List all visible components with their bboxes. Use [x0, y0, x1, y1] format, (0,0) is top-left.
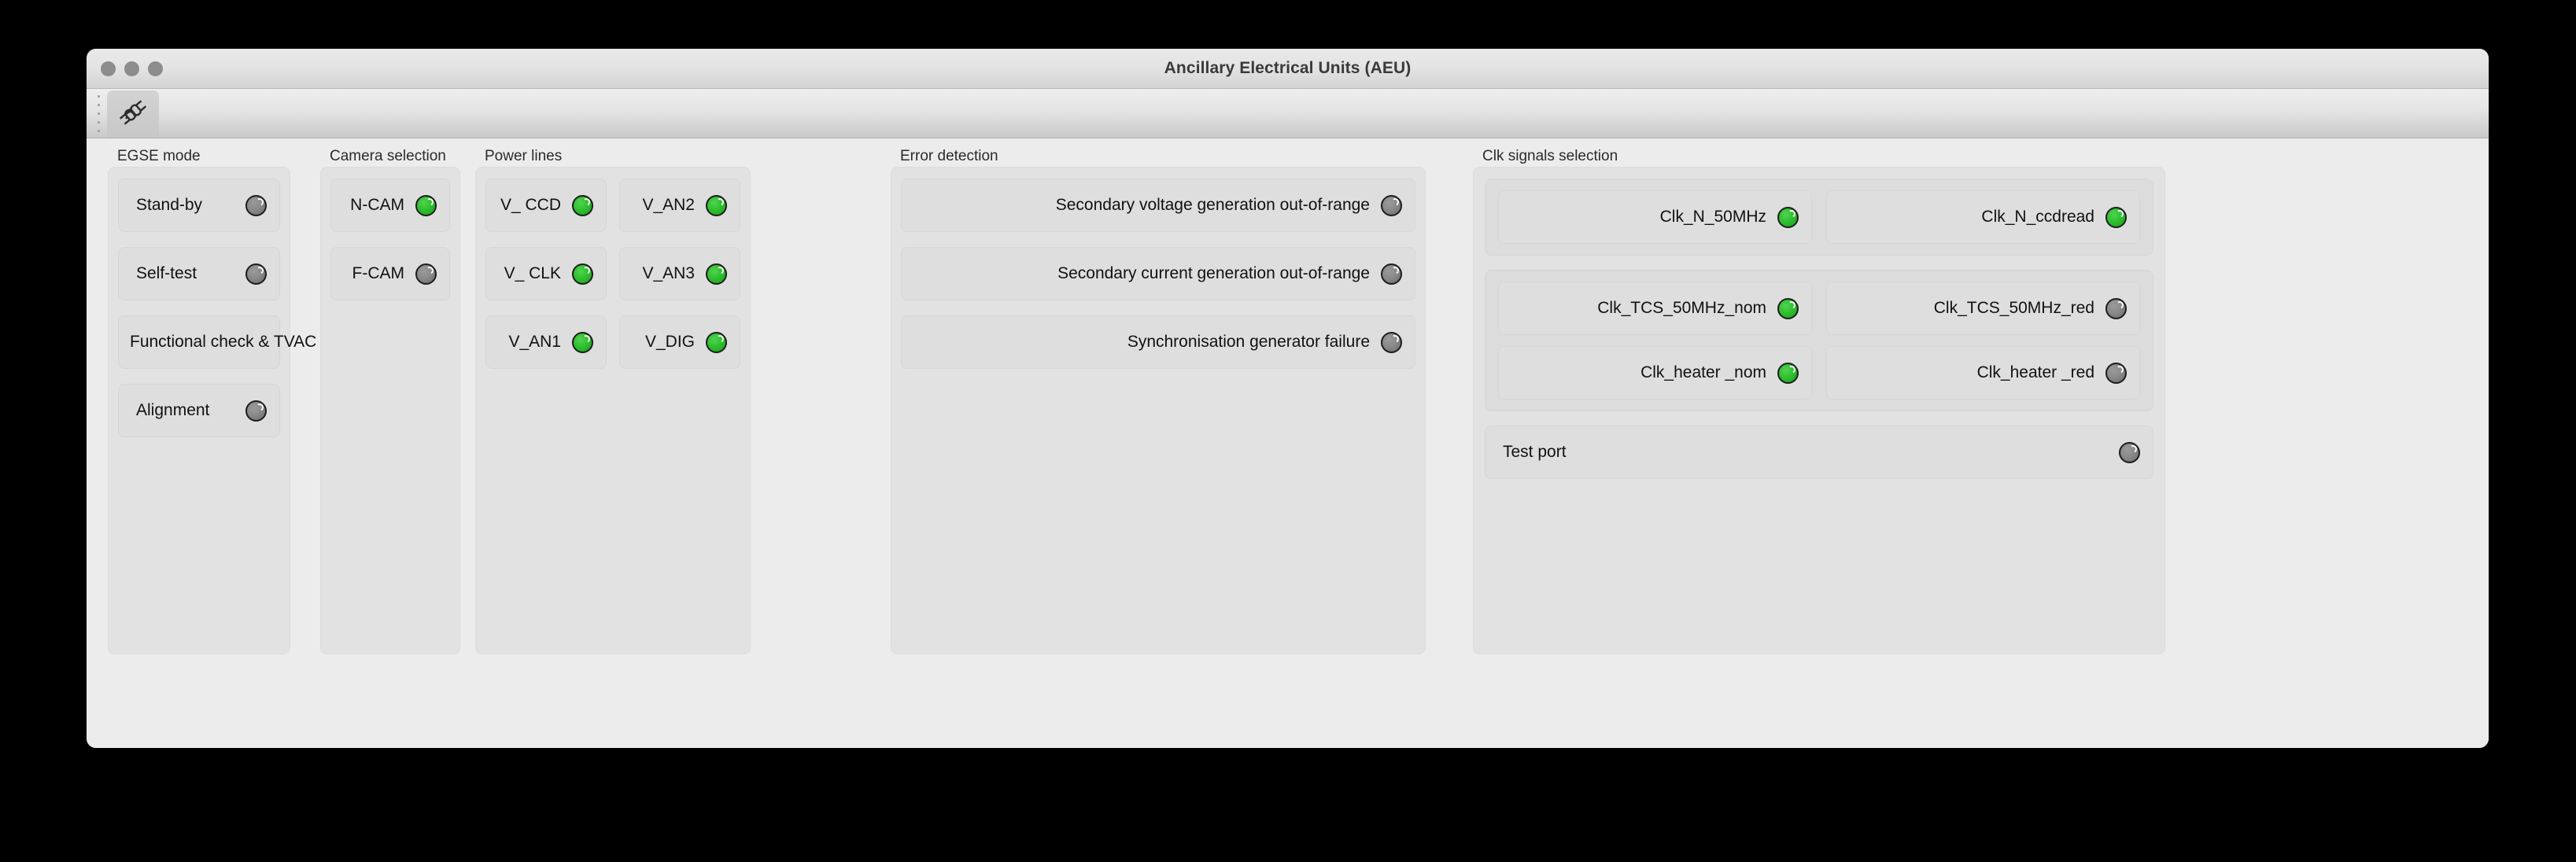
power-label-v-clk: V_ CLK	[504, 264, 561, 282]
clk-led-clk-n-50mhz[interactable]	[1777, 206, 1799, 228]
power-row-v-an2[interactable]: V_AN2	[619, 179, 740, 232]
clk-label-clk-n-ccdread: Clk_N_ccdread	[1981, 208, 2094, 226]
egse-row-stand-by[interactable]: Stand-by	[118, 179, 280, 232]
window-title: Ancillary Electrical Units (AEU)	[1164, 59, 1412, 77]
clk-row-clk-tcs-50mhz-red[interactable]: Clk_TCS_50MHz_red	[1826, 282, 2140, 335]
clk-row-clk-heater-red[interactable]: Clk_heater _red	[1826, 346, 2140, 400]
clk-led-clk-tcs-50mhz-red[interactable]	[2105, 297, 2127, 319]
main-content: EGSE mode Stand-by Self-test Functional …	[87, 138, 2489, 748]
egse-row-functional-check-tvac[interactable]: Functional check & TVAC	[118, 315, 349, 369]
groupbox-power-lines: V_ CCD V_AN2 V_ CLK V_AN3 V_AN1 V_DIG	[475, 167, 751, 654]
groupbox-egse-mode: Stand-by Self-test Functional check & TV…	[108, 167, 349, 654]
error-row-secondary-current[interactable]: Secondary current generation out-of-rang…	[901, 247, 1415, 300]
camera-row-f-cam[interactable]: F-CAM	[330, 247, 450, 300]
panel-camera-selection: Camera selection N-CAM F-CAM	[320, 146, 460, 654]
clk-led-clk-heater-red[interactable]	[2105, 362, 2127, 384]
error-led-secondary-current[interactable]	[1381, 263, 1402, 285]
egse-label-stand-by: Stand-by	[136, 196, 203, 214]
panel-title-power-lines: Power lines	[485, 148, 563, 164]
clk-row-clk-n-50mhz[interactable]: Clk_N_50MHz	[1498, 190, 1812, 244]
egse-label-alignment: Alignment	[136, 401, 210, 419]
clk-led-clk-tcs-50mhz-nom[interactable]	[1777, 297, 1799, 319]
clk-label-test-port: Test port	[1503, 443, 1567, 461]
error-label-secondary-current: Secondary current generation out-of-rang…	[1057, 264, 1370, 282]
power-label-v-an3: V_AN3	[642, 264, 695, 282]
egse-label-self-test: Self-test	[136, 264, 197, 282]
power-led-v-an3[interactable]	[706, 263, 727, 285]
traffic-light-group	[101, 49, 163, 88]
power-row-v-dig[interactable]: V_DIG	[619, 315, 740, 369]
drag-dot	[97, 120, 100, 123]
camera-led-n-cam[interactable]	[415, 194, 437, 216]
toolbar-drag-handle[interactable]	[87, 89, 107, 138]
error-label-sync-generator-failure: Synchronisation generator failure	[1127, 333, 1370, 351]
panel-title-error-detection: Error detection	[900, 148, 998, 164]
toolbar	[87, 89, 2489, 138]
drag-dot	[97, 129, 100, 132]
error-row-secondary-voltage[interactable]: Secondary voltage generation out-of-rang…	[901, 179, 1415, 232]
egse-row-self-test[interactable]: Self-test	[118, 247, 280, 300]
error-row-sync-generator-failure[interactable]: Synchronisation generator failure	[901, 315, 1415, 369]
panel-clk-signals-selection: Clk signals selection Clk_N_50MHz Clk_N_…	[1473, 146, 2165, 654]
drag-dot	[97, 112, 100, 115]
clk-row-clk-heater-nom[interactable]: Clk_heater _nom	[1498, 346, 1812, 400]
subgroup-clk-tcs-heater: Clk_TCS_50MHz_nom Clk_TCS_50MHz_red Clk_…	[1485, 270, 2153, 411]
clk-label-clk-n-50mhz: Clk_N_50MHz	[1659, 208, 1766, 226]
egse-row-alignment[interactable]: Alignment	[118, 384, 280, 437]
power-row-v-an1[interactable]: V_AN1	[485, 315, 607, 369]
camera-label-f-cam: F-CAM	[352, 264, 405, 282]
error-led-sync-generator-failure[interactable]	[1381, 331, 1402, 353]
panel-title-clk-signals-selection: Clk signals selection	[1482, 148, 1618, 164]
power-row-v-clk[interactable]: V_ CLK	[485, 247, 607, 300]
camera-led-f-cam[interactable]	[415, 263, 437, 285]
clk-row-test-port[interactable]: Test port	[1485, 425, 2153, 479]
panel-error-detection: Error detection Secondary voltage genera…	[891, 146, 1426, 654]
clk-row-clk-n-ccdread[interactable]: Clk_N_ccdread	[1826, 190, 2140, 244]
power-led-v-an1[interactable]	[572, 331, 593, 353]
panel-egse-mode: EGSE mode Stand-by Self-test Functional …	[108, 146, 349, 654]
power-row-v-an3[interactable]: V_AN3	[619, 247, 740, 300]
zoom-button[interactable]	[148, 61, 163, 76]
clk-label-clk-heater-nom: Clk_heater _nom	[1640, 363, 1766, 381]
clk-led-clk-n-ccdread[interactable]	[2105, 206, 2127, 228]
toolbar-tab-connection[interactable]	[107, 90, 159, 138]
panel-title-egse-mode: EGSE mode	[117, 148, 201, 164]
drag-dot	[97, 94, 100, 98]
groupbox-clk-signals-selection: Clk_N_50MHz Clk_N_ccdread Clk_TCS_50MHz_…	[1473, 167, 2165, 654]
power-label-v-dig: V_DIG	[644, 333, 695, 351]
power-led-v-ccd[interactable]	[572, 194, 593, 216]
title-bar: Ancillary Electrical Units (AEU)	[87, 49, 2489, 89]
clk-led-clk-heater-nom[interactable]	[1777, 362, 1799, 384]
clk-label-clk-tcs-50mhz-red: Clk_TCS_50MHz_red	[1933, 299, 2094, 317]
drag-dot	[97, 103, 100, 106]
plug-connector-icon	[117, 97, 149, 132]
minimize-button[interactable]	[124, 61, 139, 76]
egse-label-functional-check-tvac: Functional check & TVAC	[130, 333, 317, 351]
power-led-v-an2[interactable]	[706, 194, 727, 216]
error-led-secondary-voltage[interactable]	[1381, 194, 1402, 216]
power-label-v-an2: V_AN2	[642, 196, 695, 214]
panel-power-lines: Power lines V_ CCD V_AN2 V_ CLK V_AN3 V_…	[475, 146, 751, 654]
power-label-v-an1: V_AN1	[508, 333, 561, 351]
egse-led-stand-by[interactable]	[245, 194, 267, 216]
application-window: Ancillary Electrical Units (AEU) EGSE mo…	[87, 49, 2489, 748]
clk-label-clk-tcs-50mhz-nom: Clk_TCS_50MHz_nom	[1597, 299, 1766, 317]
power-led-v-clk[interactable]	[572, 263, 593, 285]
error-label-secondary-voltage: Secondary voltage generation out-of-rang…	[1055, 196, 1370, 214]
power-label-v-ccd: V_ CCD	[500, 196, 561, 214]
camera-label-n-cam: N-CAM	[350, 196, 404, 214]
groupbox-error-detection: Secondary voltage generation out-of-rang…	[891, 167, 1426, 654]
camera-row-n-cam[interactable]: N-CAM	[330, 179, 450, 232]
clk-led-test-port[interactable]	[2119, 441, 2140, 463]
egse-led-alignment[interactable]	[245, 400, 267, 422]
clk-row-clk-tcs-50mhz-nom[interactable]: Clk_TCS_50MHz_nom	[1498, 282, 1812, 335]
groupbox-camera-selection: N-CAM F-CAM	[320, 167, 460, 654]
egse-led-self-test[interactable]	[245, 263, 267, 285]
clk-label-clk-heater-red: Clk_heater _red	[1976, 363, 2094, 381]
panel-title-camera-selection: Camera selection	[330, 148, 446, 164]
close-button[interactable]	[101, 61, 116, 76]
power-led-v-dig[interactable]	[706, 331, 727, 353]
power-row-v-ccd[interactable]: V_ CCD	[485, 179, 607, 232]
subgroup-clk-n: Clk_N_50MHz Clk_N_ccdread	[1485, 179, 2153, 256]
